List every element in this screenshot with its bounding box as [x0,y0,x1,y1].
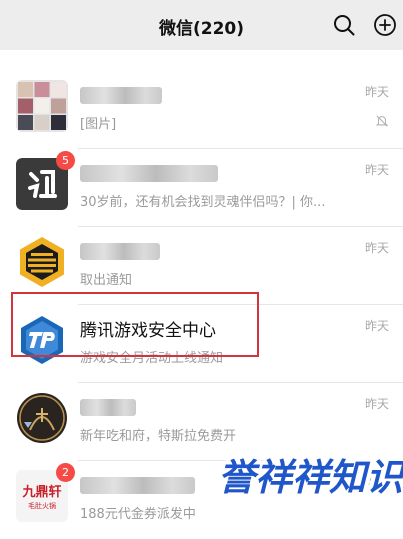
jiudingxuan-logo-avatar[interactable]: 九鼎轩 毛肚火锅 2 [16,463,75,522]
chat-row[interactable]: 5 30岁前，还有机会找到灵魂伴侣吗？| 你... 昨天 [0,149,403,227]
unread-badge: 5 [56,151,75,170]
highlight-box [11,292,259,357]
chat-name-blurred [80,165,218,182]
group-photo-grid-avatar[interactable] [16,80,68,132]
chat-time: 昨天 [364,85,389,99]
chat-time: 昨天 [364,397,389,411]
plus-circle-icon[interactable] [373,13,397,37]
logo-subtext: 毛肚火锅 [28,502,56,510]
chat-name-blurred [80,87,162,104]
chat-preview: 取出通知 [80,273,133,288]
watermark-logo: 誉祥祥知识 誉祥祥知识 [214,452,403,503]
app-logo-avatar[interactable]: 5 [16,151,75,210]
chat-preview: [图片] [80,117,117,132]
chat-time: 昨天 [364,241,389,255]
chat-name-blurred [80,477,195,494]
group-avatar-grid [16,80,68,132]
hexagon-logo-image [16,236,68,288]
chat-time: 昨天 [364,163,389,177]
search-icon[interactable] [332,13,356,37]
unread-badge: 2 [56,463,75,482]
chat-name-blurred [80,399,136,416]
top-bar: 微信(220) [0,0,403,50]
svg-text:誉祥祥知识: 誉祥祥知识 [218,456,403,499]
restaurant-logo-avatar[interactable] [16,392,68,444]
hexagon-logo-avatar[interactable] [16,236,68,288]
mute-bell-icon [375,115,389,127]
logo-text: 九鼎轩 [22,485,62,500]
chat-row[interactable]: [图片] 昨天 [0,71,403,149]
chat-preview: 30岁前，还有机会找到灵魂伴侣吗？| 你... [80,195,326,210]
chat-name-blurred [80,243,160,260]
chat-time: 昨天 [364,319,389,333]
restaurant-logo-image [16,392,68,444]
